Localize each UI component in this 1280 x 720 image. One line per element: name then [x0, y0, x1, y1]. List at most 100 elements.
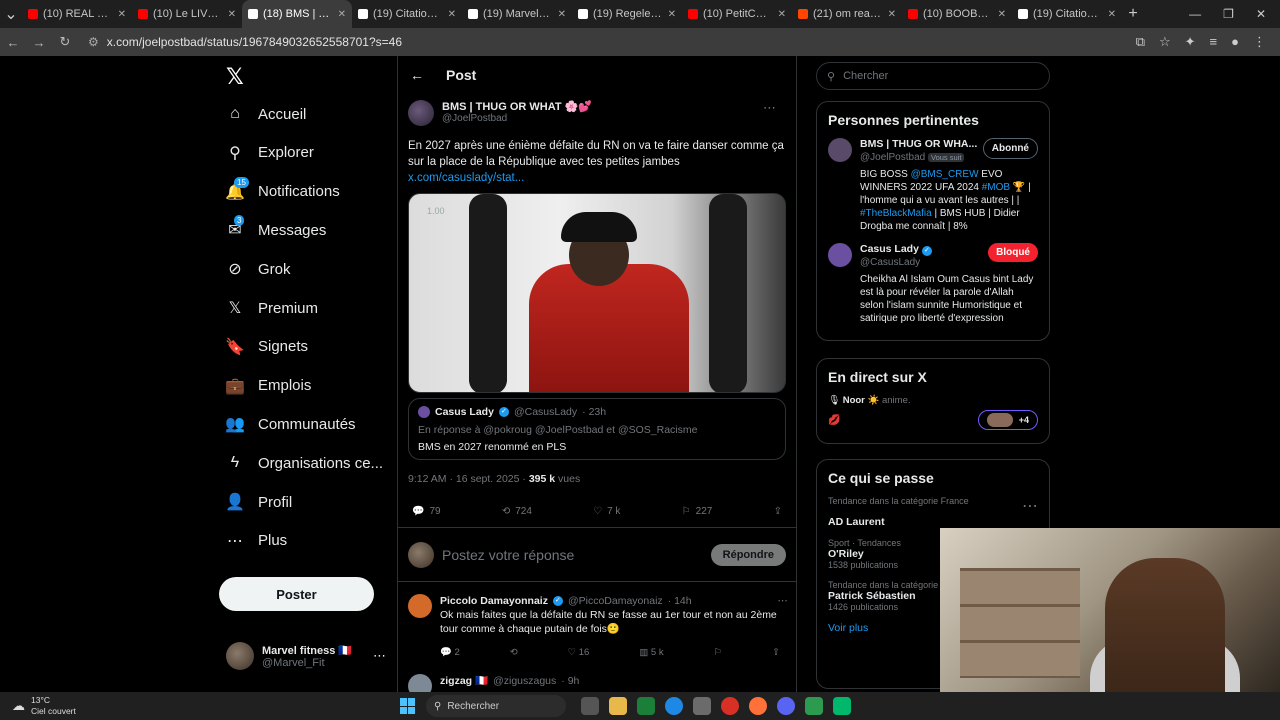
nav-item-explorer[interactable]: ⚲ Explorer	[226, 144, 314, 162]
bio-hashtag-link[interactable]: #MOB	[982, 182, 1010, 193]
tab-close-icon[interactable]: ✕	[448, 9, 456, 20]
bookmark-action[interactable]: ⚐ 227	[682, 506, 713, 517]
reply-author[interactable]: Piccolo Damayonnaiz	[440, 594, 548, 608]
tab-list-chevron-icon[interactable]: ⌄	[0, 4, 22, 24]
reply-action[interactable]: 💬 2	[440, 646, 460, 660]
following-button[interactable]: Abonné	[982, 138, 1038, 159]
install-app-icon[interactable]: ⧉	[1136, 34, 1145, 50]
tab-close-icon[interactable]: ✕	[778, 9, 786, 20]
bio-mention-link[interactable]: @BMS_CREW	[911, 169, 979, 180]
tab-close-icon[interactable]: ✕	[1108, 9, 1116, 20]
x-logo-icon[interactable]: 𝕏	[226, 64, 244, 90]
chrome-icon[interactable]	[721, 697, 739, 715]
avatar[interactable]	[828, 138, 852, 162]
browser-tab[interactable]: (18) BMS | TH ✕	[242, 0, 352, 28]
app-icon[interactable]	[805, 697, 823, 715]
tab-close-icon[interactable]: ✕	[118, 9, 126, 20]
repost-action[interactable]: ⟲ 724	[502, 506, 532, 517]
browser-tab[interactable]: (10) PetitChef - Yo ✕	[682, 0, 792, 28]
edge-icon[interactable]	[665, 697, 683, 715]
reload-icon[interactable]: ↻	[52, 34, 78, 50]
weather-widget[interactable]: ☁ 13°C Ciel couvert	[0, 695, 400, 717]
discord-icon[interactable]	[777, 697, 795, 715]
browser-tab[interactable]: (19) Regelegorila ✕	[572, 0, 682, 28]
nav-item-plus[interactable]: ⋯ Plus	[226, 532, 287, 550]
media-controls-icon[interactable]: ≡	[1210, 34, 1218, 50]
taskbar-search[interactable]: ⚲ Rechercher	[426, 695, 566, 717]
post-button[interactable]: Poster	[219, 577, 374, 611]
reply-handle[interactable]: @ziguszagus	[493, 674, 556, 688]
views-action[interactable]: ▥ 5 k	[639, 646, 663, 660]
reply-author[interactable]: zigzag 🇫🇷	[440, 674, 488, 688]
forward-arrow-icon[interactable]: →	[26, 35, 52, 50]
url-field[interactable]: ⚙ x.com/joelpostbad/status/1967849032652…	[88, 35, 1136, 49]
live-item[interactable]: 🎙 Noor ☀️ anime.	[828, 395, 1038, 406]
nav-item-emplois[interactable]: 💼 Emplois	[225, 377, 311, 395]
tweet-author[interactable]: BMS | THUG OR WHAT 🌸💕	[442, 100, 592, 113]
reply-item[interactable]: Piccolo Damayonnaiz ✓ @PiccoDamayonaiz ·…	[408, 594, 788, 660]
bookmark-icon[interactable]: ⚐	[714, 646, 723, 660]
share-action[interactable]: ⇪	[774, 506, 782, 517]
person-item[interactable]: Casus Lady ✓ @CasusLady Bloqué Cheikha A…	[828, 243, 1038, 325]
nvidia-icon[interactable]	[637, 697, 655, 715]
tab-close-icon[interactable]: ✕	[228, 9, 236, 20]
browser-tab[interactable]: (21) om real - Rec ✕	[792, 0, 902, 28]
nav-item-profil[interactable]: 👤 Profil	[225, 493, 292, 512]
blocked-button[interactable]: Bloqué	[988, 243, 1038, 262]
person-item[interactable]: BMS | THUG OR WHA... @JoelPostbad Vous s…	[828, 138, 1038, 233]
nav-item-communautés[interactable]: 👥 Communautés	[225, 415, 356, 434]
browser-tab[interactable]: (10) BOOBA - Piti ✕	[902, 0, 1012, 28]
avatar[interactable]	[828, 243, 852, 267]
nav-item-premium[interactable]: 𝕏 Premium	[226, 299, 318, 318]
browser-tab[interactable]: (19) Marvel fitness ✕	[462, 0, 572, 28]
account-switcher[interactable]: Marvel fitness 🇫🇷 @Marvel_Fit ⋯	[226, 642, 386, 670]
nav-item-messages[interactable]: ✉ 3 Messages	[226, 215, 326, 239]
like-action[interactable]: ♡ 16	[568, 646, 590, 660]
tab-close-icon[interactable]: ✕	[338, 9, 346, 20]
repost-icon[interactable]: ⟲	[510, 646, 518, 660]
windows-start-icon[interactable]	[400, 698, 416, 714]
more-icon[interactable]: ⋯	[1022, 496, 1038, 516]
bookmark-star-icon[interactable]: ☆	[1159, 34, 1171, 50]
browser-menu-icon[interactable]: ⋮	[1253, 34, 1266, 50]
back-arrow-icon[interactable]: ←	[410, 67, 424, 83]
browser-tab[interactable]: (10) REAL MADRID ✕	[22, 0, 132, 28]
nav-item-notifications[interactable]: 🔔 15 Notifications	[225, 176, 340, 201]
live-listeners[interactable]: +4	[977, 410, 1038, 430]
avatar[interactable]	[408, 100, 434, 126]
tab-close-icon[interactable]: ✕	[998, 9, 1006, 20]
avatar[interactable]	[408, 594, 432, 618]
minimize-icon[interactable]: —	[1189, 7, 1201, 21]
more-icon[interactable]: ⋯	[763, 100, 776, 116]
share-icon[interactable]: ⇪	[772, 646, 780, 660]
browser-tab[interactable]: (19) Citations de ✕	[352, 0, 462, 28]
new-tab-button[interactable]: +	[1122, 5, 1144, 23]
reply-handle[interactable]: @PiccoDamayonaiz	[568, 594, 663, 608]
tab-close-icon[interactable]: ✕	[668, 9, 676, 20]
quoted-tweet[interactable]: Casus Lady ✓ @CasusLady · 23h En réponse…	[408, 398, 786, 460]
app-icon[interactable]	[833, 697, 851, 715]
reply-button[interactable]: Répondre	[710, 543, 786, 566]
nav-item-signets[interactable]: 🔖 Signets	[225, 338, 308, 356]
like-action[interactable]: ♡ 7 k	[593, 506, 620, 517]
restore-icon[interactable]: ❐	[1223, 7, 1234, 21]
person-name[interactable]: BMS | THUG OR WHA...	[860, 138, 977, 151]
profile-icon[interactable]: ●	[1231, 34, 1239, 50]
browser-tab[interactable]: (19) Citations de ✕	[1012, 0, 1122, 28]
nav-item-accueil[interactable]: ⌂ Accueil	[226, 105, 306, 123]
file-explorer-icon[interactable]	[609, 697, 627, 715]
task-view-icon[interactable]	[581, 697, 599, 715]
extensions-icon[interactable]: ✦	[1185, 34, 1196, 50]
firefox-icon[interactable]	[749, 697, 767, 715]
close-window-icon[interactable]: ✕	[1256, 7, 1266, 21]
tweet-link[interactable]: x.com/casuslady/stat...	[408, 172, 524, 184]
trend-item[interactable]: Tendance dans la catégorie France ⋯ AD Lau…	[828, 496, 1038, 528]
tab-close-icon[interactable]: ✕	[888, 9, 896, 20]
tweet-handle[interactable]: @JoelPostbad	[442, 113, 592, 124]
back-arrow-icon[interactable]: ←	[0, 35, 26, 50]
nav-item-organisations-ce[interactable]: ϟ Organisations ce...	[226, 454, 383, 472]
tweet-media[interactable]: 1.00	[408, 193, 786, 393]
site-info-icon[interactable]: ⚙	[88, 35, 99, 49]
more-icon[interactable]: ⋯	[778, 594, 789, 608]
reply-input[interactable]: Postez votre réponse	[442, 547, 703, 563]
